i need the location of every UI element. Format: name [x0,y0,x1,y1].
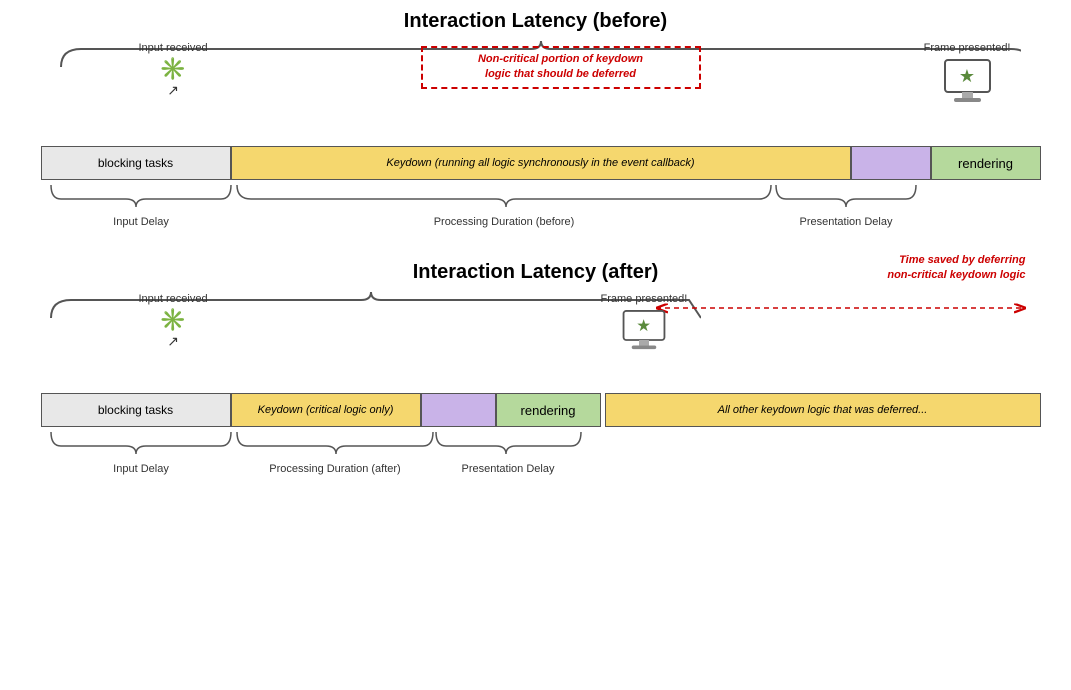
svg-text:Presentation Delay: Presentation Delay [799,216,892,228]
deferred-block-after: All other keydown logic that was deferre… [605,393,1041,427]
rendering-block-before: rendering [931,146,1041,180]
svg-text:Input Delay: Input Delay [113,463,169,475]
svg-text:★: ★ [636,317,651,335]
section1-title: Interaction Latency (before) [31,10,1041,33]
keydown-block-after: Keydown (critical logic only) [231,393,421,427]
svg-text:★: ★ [959,66,975,86]
bottom-braces-after: Input Delay Processing Duration (after) … [41,430,1021,478]
blocking-tasks-before: blocking tasks [41,146,231,180]
svg-text:Presentation Delay: Presentation Delay [461,463,554,475]
input-received-after: Input received ✳️ ↗ [139,293,208,350]
svg-text:Input Delay: Input Delay [113,216,169,228]
blocking-tasks-after: blocking tasks [41,393,231,427]
time-saved-annotation: Time saved by deferringnon-critical keyd… [887,253,1025,284]
frame-presented-before: Frame presented! ★ [924,42,1011,107]
svg-text:Processing Duration (before): Processing Duration (before) [433,216,574,228]
rendering-purple-after [421,393,496,427]
red-annotation-before: Non-critical portion of keydownlogic tha… [421,46,701,89]
rendering-purple-before [851,146,931,180]
frame-presented-after: Frame presented! ★ [601,293,688,354]
rendering-block-after: rendering [496,393,601,427]
keydown-block-before: Keydown (running all logic synchronously… [231,146,851,180]
input-received-before: Input received ✳️ ↗ [139,42,208,99]
svg-text:Processing Duration (after): Processing Duration (after) [269,463,400,475]
bottom-braces-before: Input Delay Processing Duration (before)… [41,183,1001,231]
time-saved-arrow [651,298,1031,318]
